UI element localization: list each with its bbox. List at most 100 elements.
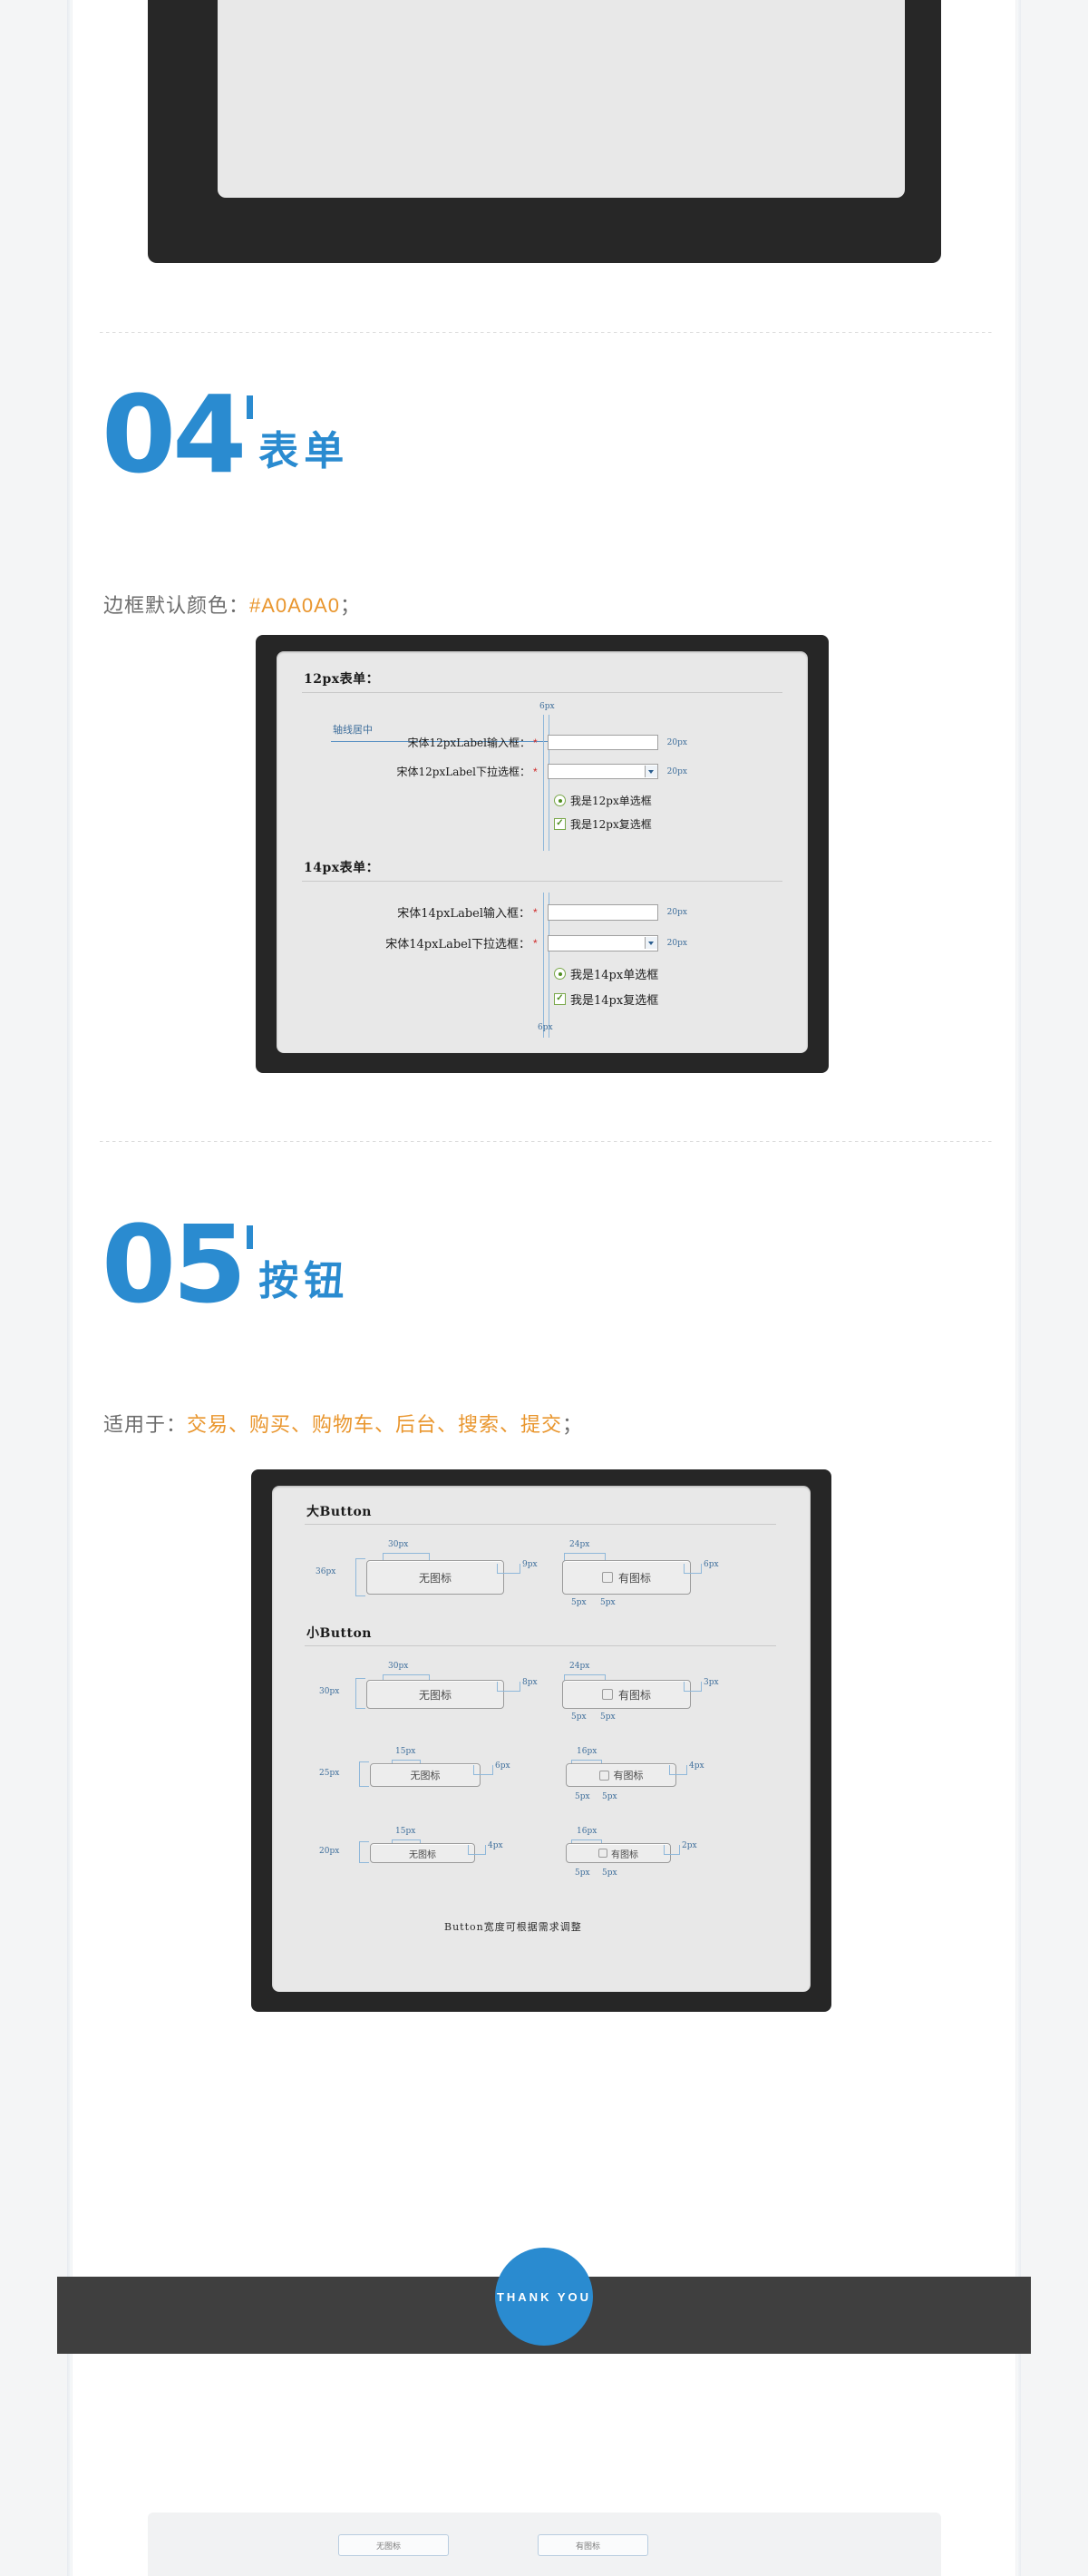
small-btn3-padleft: 15px xyxy=(395,1747,416,1756)
form-select[interactable] xyxy=(547,764,658,779)
small-btn1-padright: 8px xyxy=(522,1678,538,1687)
form-row: 宋体12pxLabel下拉选框： * 20px xyxy=(367,764,687,779)
generic-icon xyxy=(601,1689,613,1700)
button-label: 有图标 xyxy=(617,1688,651,1702)
previous-section-mockup: ✔ ✘ xyxy=(148,0,941,263)
form-checkbox-option[interactable]: ✓ 我是12px复选框 xyxy=(554,816,652,832)
button-footnote: Button宽度可根据需求调整 xyxy=(444,1921,582,1933)
gap-bottom-annotation: 6px xyxy=(538,1023,553,1032)
big-btn1-padleft: 30px xyxy=(388,1540,409,1549)
small-btn3-height: 25px xyxy=(319,1769,340,1778)
lead-value: #A0A0A0 xyxy=(249,594,340,617)
small-btn2-icongap-left: 5px xyxy=(571,1712,587,1722)
form-text-input[interactable] xyxy=(547,735,658,750)
chevron-down-icon xyxy=(644,766,657,777)
chevron-down-icon xyxy=(644,937,657,949)
form-group-12-heading: 12px表单： xyxy=(304,672,380,687)
button-big-no-icon[interactable]: 无图标 xyxy=(366,1560,504,1595)
mockup-screen: ✔ ✘ xyxy=(218,0,905,198)
big-btn2-icongap-left: 5px xyxy=(571,1598,587,1607)
required-marker: * xyxy=(533,736,538,749)
small-btn3-padright: 6px xyxy=(495,1761,510,1771)
option-label: 我是14px复选框 xyxy=(570,994,659,1008)
small-btn6-icongap-right: 5px xyxy=(602,1869,617,1878)
thank-you-label: THANK YOU xyxy=(496,2289,592,2304)
small-btn1-height: 30px xyxy=(319,1687,340,1696)
section-heading-04: 04 表单 xyxy=(102,372,350,497)
form-group-12-rule xyxy=(302,692,782,693)
checkbox-icon: ✓ xyxy=(554,818,566,830)
form-label: 宋体12pxLabel输入框： xyxy=(407,737,530,749)
section-heading-05: 05 按钮 xyxy=(102,1211,349,1318)
small-btn2-icongap-right: 5px xyxy=(600,1712,616,1722)
small-btn4-padright: 4px xyxy=(689,1761,704,1771)
small-btn4-icongap-right: 5px xyxy=(602,1792,617,1801)
small-btn6-padleft: 16px xyxy=(577,1827,597,1836)
small-btn4-padleft: 16px xyxy=(577,1747,597,1756)
form-mockup-frame: 12px表单： 轴线居中 6px 宋体12pxLabel输入框： * 20px … xyxy=(256,635,829,1073)
button-mockup-frame: 大Button 30px 36px 无图标 9px 24px 有图标 6px 5… xyxy=(251,1469,831,2012)
form-row: 宋体12pxLabel输入框： * 20px xyxy=(367,735,687,750)
button-label: 有图标 xyxy=(611,1849,638,1860)
button-xxs-with-icon[interactable]: 有图标 xyxy=(566,1843,671,1863)
section-tick-mark xyxy=(247,1225,254,1249)
section-title: 表单 xyxy=(258,429,350,474)
button-xxs-no-icon[interactable]: 无图标 xyxy=(370,1843,475,1863)
footer-white-strip xyxy=(73,2354,1015,2508)
form-group-14-heading: 14px表单： xyxy=(304,861,380,875)
radio-icon xyxy=(554,968,566,980)
form-group-14-rule xyxy=(302,881,782,882)
button-label: 无图标 xyxy=(410,1770,441,1781)
form-label: 宋体12pxLabel下拉选框： xyxy=(396,766,530,778)
radio-icon xyxy=(554,795,566,806)
form-row: 宋体14pxLabel下拉选框： * 20px xyxy=(367,934,687,951)
button-xs-with-icon[interactable]: 有图标 xyxy=(566,1763,676,1787)
small-btn4-icongap-left: 5px xyxy=(575,1792,590,1801)
small-btn5-padright: 4px xyxy=(488,1841,503,1850)
form-text-input[interactable] xyxy=(547,903,658,921)
small-btn6-padright: 2px xyxy=(682,1841,697,1850)
lead-prefix: 边框默认颜色： xyxy=(103,594,250,617)
small-btn6-icongap-left: 5px xyxy=(575,1869,590,1878)
button-label: 无图标 xyxy=(418,1571,452,1585)
big-btn2-padleft: 24px xyxy=(569,1540,590,1549)
button-group-small-rule xyxy=(305,1645,776,1646)
small-btn5-padleft: 15px xyxy=(395,1827,416,1836)
form-radio-option[interactable]: 我是12px单选框 xyxy=(554,793,652,808)
checkbox-icon: ✓ xyxy=(554,993,566,1005)
lead-prefix: 适用于： xyxy=(103,1413,188,1436)
button-xs-no-icon[interactable]: 无图标 xyxy=(370,1763,481,1787)
section-number: 04 xyxy=(102,372,247,497)
gap-top-annotation: 6px xyxy=(539,702,555,711)
button-label: 有图标 xyxy=(613,1770,644,1781)
form-checkbox-option[interactable]: ✓ 我是14px复选框 xyxy=(554,990,658,1008)
big-btn1-padright: 9px xyxy=(522,1560,538,1569)
row-width-annotation: 20px xyxy=(666,938,687,948)
small-btn2-padleft: 24px xyxy=(569,1662,590,1671)
button-small-no-icon[interactable]: 无图标 xyxy=(366,1680,504,1709)
form-label: 宋体14pxLabel下拉选框： xyxy=(385,938,530,951)
button-label: 有图标 xyxy=(617,1571,651,1585)
required-marker: * xyxy=(533,765,538,778)
small-btn1-padleft: 30px xyxy=(388,1662,409,1671)
button-big-with-icon[interactable]: 有图标 xyxy=(562,1560,691,1595)
row-width-annotation: 20px xyxy=(666,907,687,917)
small-btn2-padright: 3px xyxy=(704,1678,719,1687)
section-divider-2 xyxy=(100,1141,994,1142)
option-label: 我是12px复选框 xyxy=(570,818,652,831)
big-btn2-padright: 6px xyxy=(704,1560,719,1569)
button-group-big-heading: 大Button xyxy=(306,1505,372,1519)
form-radio-option[interactable]: 我是14px单选框 xyxy=(554,965,658,982)
small-btn5-height: 20px xyxy=(319,1847,340,1856)
form-row: 宋体14pxLabel输入框： * 20px xyxy=(367,903,687,921)
option-label: 我是14px单选框 xyxy=(570,969,659,982)
generic-icon xyxy=(601,1572,613,1583)
button-small-with-icon[interactable]: 有图标 xyxy=(562,1680,691,1709)
button-group-big-rule xyxy=(305,1524,776,1525)
required-marker: * xyxy=(533,905,538,919)
lead-value: 交易、购买、购物车、后台、搜索、提交 xyxy=(187,1413,563,1436)
section-lead-04: 边框默认颜色：#A0A0A0； xyxy=(103,590,361,619)
next-page-mockup-hint: 无图标 有图标 xyxy=(148,2513,941,2576)
form-label: 宋体14pxLabel输入框： xyxy=(397,907,530,921)
form-select[interactable] xyxy=(547,934,658,951)
